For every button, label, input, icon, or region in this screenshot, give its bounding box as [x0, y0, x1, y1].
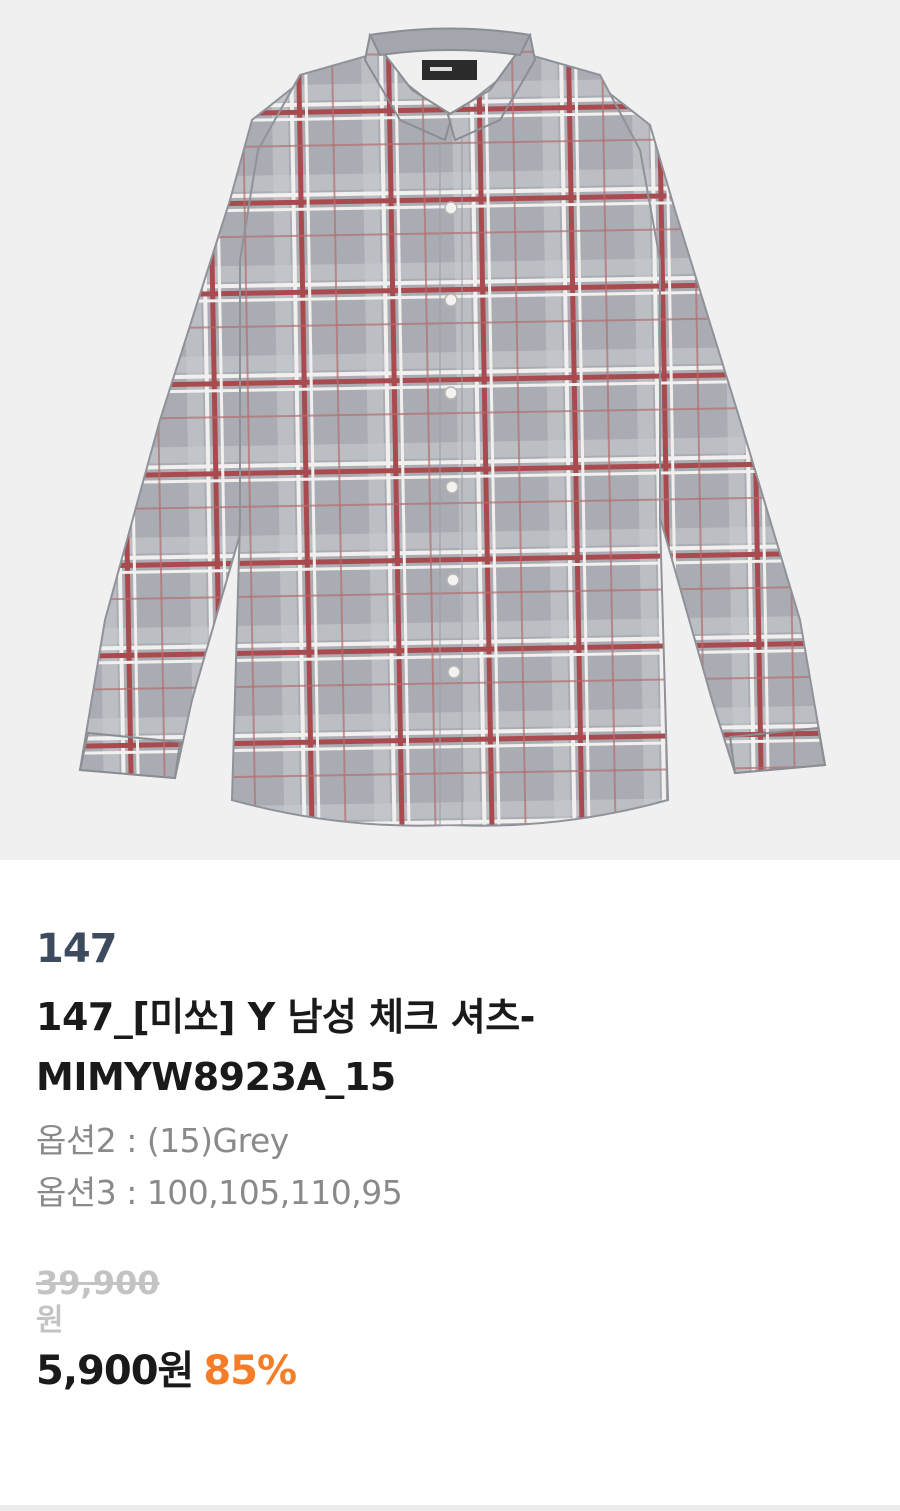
product-title[interactable]: 147_[미쏘] Y 남성 체크 셔츠-MIMYW8923A_15: [36, 987, 866, 1107]
bottom-divider: [0, 1505, 900, 1511]
discount-rate: 85%: [203, 1348, 297, 1394]
option-line-size: 옵션3 : 100,105,110,95: [36, 1173, 403, 1212]
sale-price: 5,900원: [36, 1348, 194, 1394]
option-line-color: 옵션2 : (15)Grey: [36, 1121, 289, 1160]
product-options: 옵션2 : (15)Grey 옵션3 : 100,105,110,95: [36, 1115, 866, 1219]
original-price: 39,900 원: [36, 1263, 866, 1339]
price-block: 39,900 원 5,900원 85%: [36, 1263, 866, 1399]
original-price-currency: 원: [36, 1303, 64, 1338]
brand-name[interactable]: 147: [36, 925, 866, 973]
original-price-value: 39,900: [36, 1264, 160, 1302]
product-image[interactable]: [0, 0, 900, 860]
sale-price-row: 5,900원 85%: [36, 1343, 866, 1399]
product-info: 147 147_[미쏘] Y 남성 체크 셔츠-MIMYW8923A_15 옵션…: [36, 925, 866, 1399]
